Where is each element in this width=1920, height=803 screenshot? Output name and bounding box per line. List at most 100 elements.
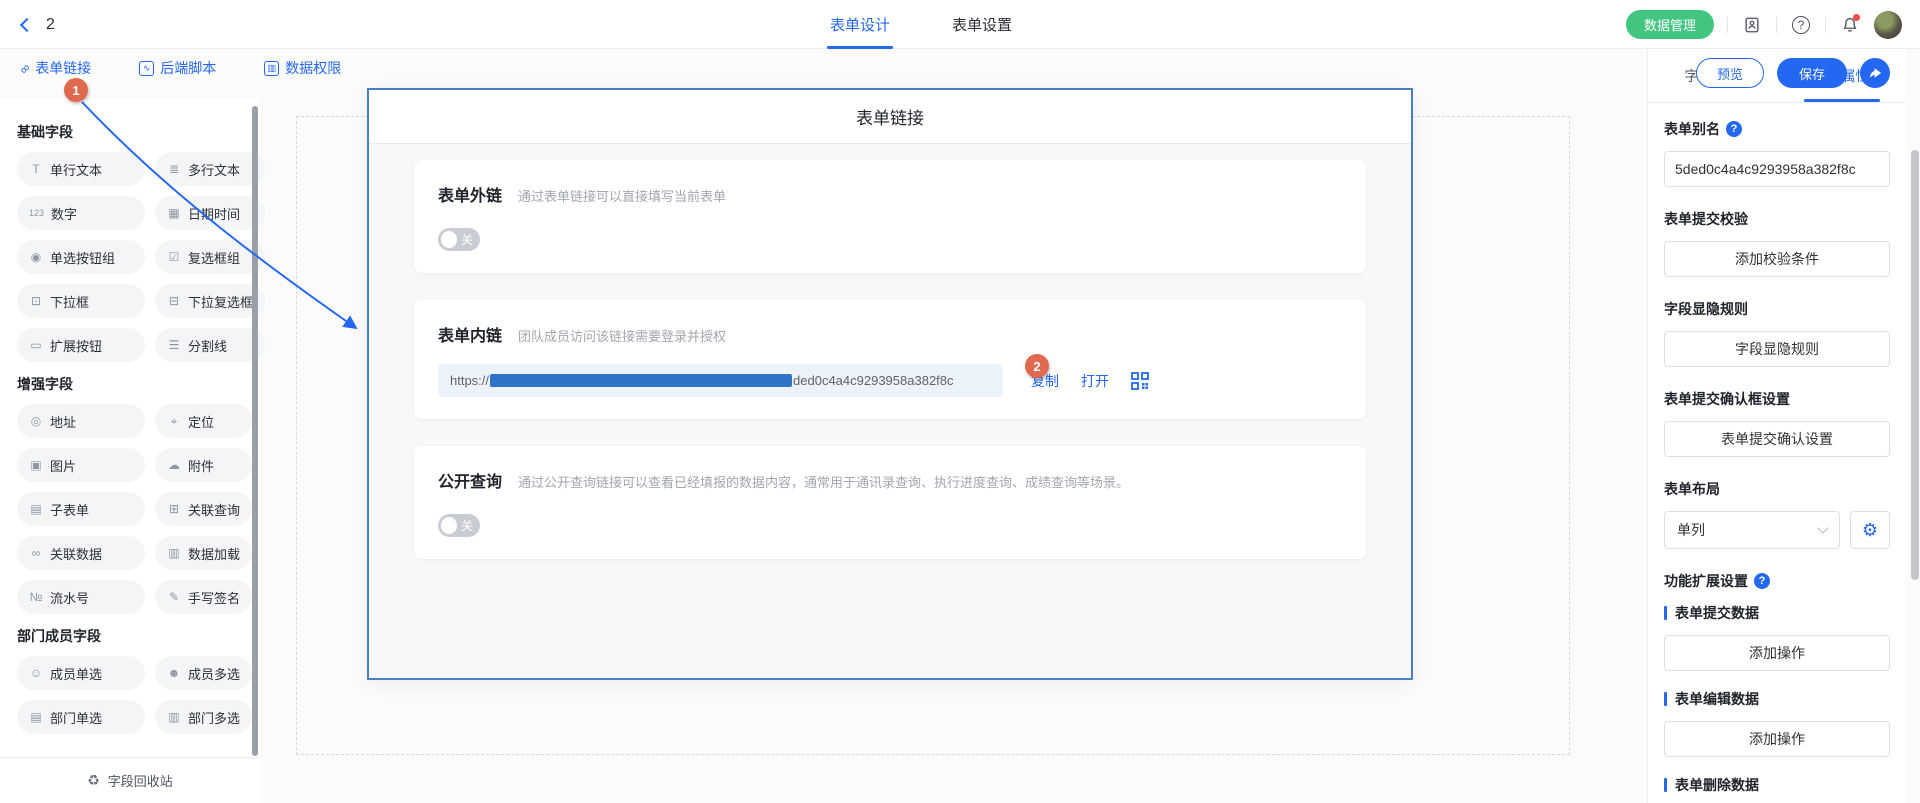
internal-link-url[interactable]: https:// ded0c4a4c9293958a382f8c	[438, 364, 1003, 397]
number-icon: 123	[29, 208, 44, 218]
layout-settings-button[interactable]: ⚙	[1850, 511, 1890, 549]
tab-form-design-label: 表单设计	[830, 14, 890, 35]
submit-data-label: 表单提交数据	[1675, 603, 1759, 623]
notification-bell-icon[interactable]	[1839, 14, 1861, 36]
form-alias-input[interactable]	[1664, 151, 1890, 187]
dept-single-icon: ▤	[29, 710, 43, 724]
field-recycle-bin[interactable]: ♻ 字段回收站	[0, 757, 260, 803]
public-query-title: 公开查询	[438, 468, 502, 492]
field-item-data-load[interactable]: ▥数据加载	[155, 536, 252, 570]
save-button[interactable]: 保存	[1777, 58, 1847, 88]
field-item-serial-number[interactable]: №流水号	[17, 580, 145, 614]
field-label: 关联数据	[50, 544, 102, 563]
submit-confirm-button[interactable]: 表单提交确认设置	[1664, 421, 1890, 457]
field-item-multi-line-text[interactable]: ≣多行文本	[155, 152, 265, 186]
field-item-member-single[interactable]: ☺成员单选	[17, 656, 145, 690]
avatar[interactable]	[1874, 11, 1902, 39]
add-validation-button[interactable]: 添加校验条件	[1664, 241, 1890, 277]
qr-code-icon[interactable]	[1131, 372, 1149, 390]
field-item-subform[interactable]: ▤子表单	[17, 492, 145, 526]
data-permission-button[interactable]: ▥ 数据权限	[264, 58, 341, 78]
permission-icon: ▥	[264, 61, 279, 76]
external-link-toggle[interactable]: 关	[438, 228, 480, 251]
field-item-dept-single[interactable]: ▤ 部门单选	[17, 700, 145, 734]
data-manage-button[interactable]: 数据管理	[1626, 10, 1714, 39]
alias-help-icon[interactable]: ?	[1726, 121, 1742, 137]
field-label: 部门单选	[50, 708, 102, 727]
field-item-select[interactable]: ⊡下拉框	[17, 284, 145, 318]
group-field-visibility: 字段显隐规则 字段显隐规则	[1664, 299, 1890, 367]
field-item-signature[interactable]: ✎手写签名	[155, 580, 252, 614]
section-bar	[1664, 692, 1667, 706]
open-link-button[interactable]: 打开	[1081, 371, 1109, 391]
divider	[1727, 17, 1728, 33]
field-item-linked-data[interactable]: ∞关联数据	[17, 536, 145, 570]
field-item-dept-multi[interactable]: ▥部门多选	[155, 700, 252, 734]
section-title-enhanced-fields: 增强字段	[17, 374, 246, 394]
form-toolbar: ∞ 表单链接 ∿ 后端脚本 ▥ 数据权限	[20, 58, 341, 78]
tab-form-design[interactable]: 表单设计	[830, 0, 890, 49]
form-link-modal: 表单链接 表单外链 通过表单链接可以直接填写当前表单 关 表单内链 团队成员访问…	[367, 88, 1413, 680]
share-arrow-icon	[1868, 66, 1883, 81]
contacts-icon[interactable]	[1741, 14, 1763, 36]
field-label: 手写签名	[188, 588, 240, 607]
url-prefix: https://	[450, 373, 489, 388]
window-scrollbar[interactable]	[1911, 150, 1919, 580]
recycle-label: 字段回收站	[108, 771, 173, 790]
tab-form-settings[interactable]: 表单设置	[952, 0, 1012, 49]
edit-data-add-button[interactable]: 添加操作	[1664, 721, 1890, 757]
section-title-basic-fields: 基础字段	[17, 122, 246, 142]
field-label: 地址	[50, 412, 76, 431]
subform-icon: ▤	[29, 502, 43, 516]
sidebar-scrollbar[interactable]	[252, 106, 258, 756]
field-item-linked-query[interactable]: ⊞关联查询	[155, 492, 252, 526]
multi-line-text-icon: ≣	[167, 162, 181, 176]
field-item-member-multi[interactable]: ☻成员多选	[155, 656, 252, 690]
layout-select-value: 单列	[1677, 520, 1705, 540]
field-item-single-line-text[interactable]: T单行文本	[17, 152, 145, 186]
layout-select[interactable]: 单列	[1664, 511, 1840, 549]
field-item-number[interactable]: 123数字	[17, 196, 145, 230]
field-label: 分割线	[188, 336, 227, 355]
share-button[interactable]	[1860, 58, 1890, 88]
field-item-image[interactable]: ▣图片	[17, 448, 145, 482]
backend-script-button[interactable]: ∿ 后端脚本	[139, 58, 216, 78]
app-header: 2 表单设计 表单设置 数据管理 ?	[0, 0, 1920, 49]
field-item-location[interactable]: ⌖定位	[155, 404, 252, 438]
active-tab-underline	[827, 46, 893, 49]
toggle-off-label: 关	[461, 517, 473, 534]
field-visibility-button[interactable]: 字段显隐规则	[1664, 331, 1890, 367]
form-number: 2	[46, 16, 55, 34]
card-external-link: 表单外链 通过表单链接可以直接填写当前表单 关	[414, 160, 1366, 273]
help-icon[interactable]: ?	[1790, 14, 1812, 36]
field-item-checkbox-group[interactable]: ☑复选框组	[155, 240, 265, 274]
external-link-title: 表单外链	[438, 182, 502, 206]
data-load-icon: ▥	[167, 546, 181, 560]
public-query-toggle[interactable]: 关	[438, 514, 480, 537]
field-item-multi-select[interactable]: ⊟下拉复选框	[155, 284, 265, 318]
toggle-off-label: 关	[461, 231, 473, 248]
field-item-extend-button[interactable]: ▭扩展按钮	[17, 328, 145, 362]
tab-form-settings-label: 表单设置	[952, 14, 1012, 35]
field-sidebar: 基础字段 T单行文本 ≣多行文本 123数字 ▦日期时间 ◉单选按钮组 ☑复选框…	[0, 98, 260, 803]
preview-button[interactable]: 预览	[1696, 58, 1764, 88]
submit-data-add-button[interactable]: 添加操作	[1664, 635, 1890, 671]
field-label: 下拉复选框	[188, 292, 253, 311]
divider	[1776, 17, 1777, 33]
section-bar	[1664, 606, 1667, 620]
field-visibility-label: 字段显隐规则	[1664, 299, 1748, 319]
extension-help-icon[interactable]: ?	[1754, 573, 1770, 589]
linked-query-icon: ⊞	[167, 502, 181, 516]
divider-icon: ☰	[167, 338, 181, 352]
field-item-datetime[interactable]: ▦日期时间	[155, 196, 265, 230]
notification-dot	[1853, 14, 1860, 21]
field-item-divider-line[interactable]: ☰ 分割线	[155, 328, 265, 362]
field-label: 下拉框	[50, 292, 89, 311]
field-item-address[interactable]: ◎地址	[17, 404, 145, 438]
group-submit-confirm: 表单提交确认框设置 表单提交确认设置	[1664, 389, 1890, 457]
back-icon[interactable]	[20, 17, 34, 31]
field-item-radio-group[interactable]: ◉单选按钮组	[17, 240, 145, 274]
url-redaction-bar	[490, 374, 792, 387]
field-item-attachment[interactable]: ☁附件	[155, 448, 252, 482]
form-link-button[interactable]: ∞ 表单链接	[20, 58, 91, 78]
